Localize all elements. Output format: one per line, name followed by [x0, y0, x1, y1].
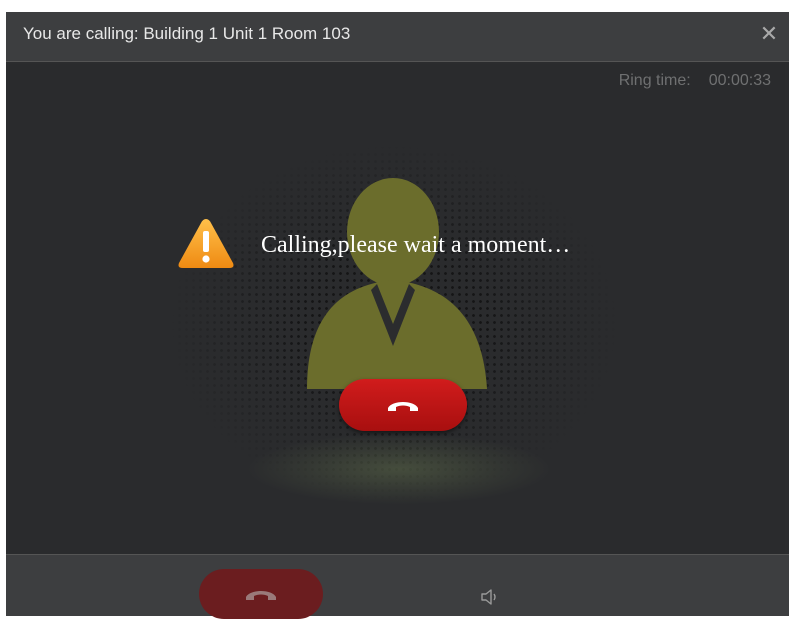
warning-icon: [178, 219, 234, 268]
speaker-icon[interactable]: [479, 587, 499, 607]
video-area: Ring time: 00:00:33 Calling,please wait a…: [9, 64, 785, 554]
call-controls-bar: [6, 554, 789, 619]
hangup-button-bottom[interactable]: [199, 569, 323, 619]
dialog-title: You are calling: Building 1 Unit 1 Room …: [23, 24, 351, 43]
ring-time-label: Ring time:: [618, 72, 691, 89]
ring-time-value: 00:00:33: [708, 72, 771, 89]
calling-status-message: Calling,please wait a moment…: [261, 232, 571, 258]
person-avatar-icon: [307, 178, 487, 389]
call-dialog: You are calling: Building 1 Unit 1 Room …: [6, 12, 789, 619]
title-bar: You are calling: Building 1 Unit 1 Room …: [6, 12, 789, 62]
top-strip: [0, 0, 789, 12]
glow-effect: [249, 434, 549, 504]
ring-time: Ring time: 00:00:33: [619, 72, 771, 90]
phone-hangup-icon: [388, 402, 418, 411]
phone-hangup-icon: [246, 591, 276, 600]
hangup-button[interactable]: [339, 379, 467, 431]
close-icon[interactable]: ✕: [757, 22, 781, 46]
